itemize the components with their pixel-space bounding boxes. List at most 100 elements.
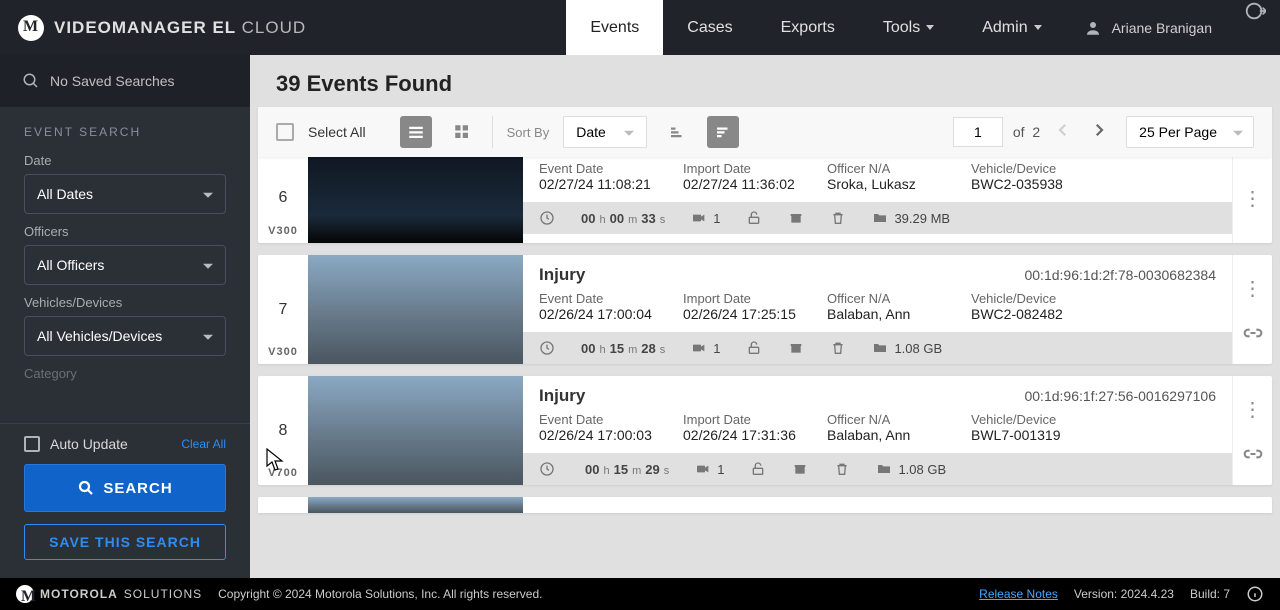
sort-asc-button[interactable] [661, 116, 693, 148]
info-icon[interactable] [1246, 585, 1264, 603]
video-count: 1 [713, 211, 720, 226]
import-date-value: 02/26/24 17:25:15 [683, 306, 803, 322]
nav-cases[interactable]: Cases [663, 0, 756, 55]
per-page-select[interactable]: 25 Per Page [1126, 116, 1254, 148]
next-page-button[interactable] [1086, 117, 1112, 148]
event-title: Injury [539, 265, 585, 285]
officers-label: Officers [24, 224, 226, 239]
list-view-button[interactable] [400, 116, 432, 148]
officers-select[interactable]: All Officers [24, 245, 226, 285]
more-menu-button[interactable]: ⋮ [1243, 397, 1263, 422]
sidebar-heading: EVENT SEARCH [0, 107, 250, 149]
nav-events[interactable]: Events [566, 0, 663, 55]
user-name: Ariane Branigan [1112, 20, 1212, 36]
video-icon [691, 210, 707, 226]
content: 39 Events Found Select All Sort By Date [250, 55, 1280, 578]
archive-icon[interactable] [788, 340, 804, 356]
date-label: Date [24, 153, 226, 168]
unlock-icon[interactable] [746, 340, 762, 356]
event-card[interactable]: 8 V700 Injury 00:1d:96:1f:27:56-00162971… [258, 376, 1272, 485]
grid-view-button[interactable] [446, 116, 478, 148]
import-date-label: Import Date [683, 412, 803, 427]
grid-icon [453, 123, 471, 141]
officer-label: Officer N/A [827, 161, 947, 176]
save-search-button[interactable]: SAVE THIS SEARCH [24, 524, 226, 560]
nav-admin[interactable]: Admin [958, 0, 1065, 55]
event-card[interactable]: 7 V300 Injury 00:1d:96:1d:2f:78-00306823… [258, 255, 1272, 364]
archive-icon[interactable] [792, 461, 808, 477]
motorola-logo-icon [16, 585, 34, 603]
officer-value: Balaban, Ann [827, 306, 947, 322]
event-index: 7 [279, 301, 288, 319]
results-heading: 39 Events Found [250, 55, 1280, 107]
per-page-value: 25 Per Page [1139, 124, 1217, 140]
event-date-label: Event Date [539, 412, 659, 427]
user-icon [1084, 19, 1102, 37]
page-input[interactable] [953, 117, 1003, 147]
more-menu-button[interactable]: ⋮ [1243, 186, 1263, 211]
import-date-value: 02/26/24 17:31:36 [683, 427, 803, 443]
unlock-icon[interactable] [750, 461, 766, 477]
trash-icon[interactable] [830, 210, 846, 226]
folder-icon [872, 340, 888, 356]
archive-icon[interactable] [788, 210, 804, 226]
trash-icon[interactable] [834, 461, 850, 477]
sort-by-value: Date [576, 124, 606, 140]
device-model-badge: V700 [261, 467, 305, 479]
nav-admin-label: Admin [982, 19, 1027, 37]
select-all-checkbox[interactable] [276, 123, 294, 141]
event-card[interactable]: 6 V300 Event Date02/27/24 11:08:21 Impor… [258, 157, 1272, 243]
trash-icon[interactable] [830, 340, 846, 356]
search-button-label: SEARCH [103, 480, 172, 497]
event-card[interactable] [258, 497, 1272, 513]
sort-by-select[interactable]: Date [563, 116, 647, 148]
chevron-down-icon [926, 25, 934, 30]
officer-value: Balaban, Ann [827, 427, 947, 443]
event-index: 8 [279, 422, 288, 440]
list-icon [407, 123, 425, 141]
clock-icon [539, 461, 555, 477]
date-select[interactable]: All Dates [24, 174, 226, 214]
device-label: Vehicle/Device [971, 291, 1091, 306]
saved-searches[interactable]: No Saved Searches [0, 55, 250, 107]
auto-update-checkbox[interactable] [24, 436, 40, 452]
event-list[interactable]: 6 V300 Event Date02/27/24 11:08:21 Impor… [250, 157, 1280, 578]
link-icon[interactable] [1243, 444, 1263, 464]
event-date-label: Event Date [539, 161, 659, 176]
event-date-value: 02/27/24 11:08:21 [539, 176, 659, 192]
vehicles-select[interactable]: All Vehicles/Devices [24, 316, 226, 356]
nav-tools-label: Tools [883, 19, 920, 37]
clear-all-link[interactable]: Clear All [181, 437, 226, 451]
event-title: Injury [539, 386, 585, 406]
event-thumbnail[interactable] [308, 376, 523, 485]
chevron-down-icon [1034, 25, 1042, 30]
nav-tools[interactable]: Tools [859, 0, 958, 55]
event-date-value: 02/26/24 17:00:04 [539, 306, 659, 322]
footer-build: Build: 7 [1190, 587, 1230, 601]
folder-icon [872, 210, 888, 226]
event-index: 6 [279, 189, 288, 207]
event-mac: 00:1d:96:1f:27:56-0016297106 [1024, 388, 1216, 404]
import-date-label: Import Date [683, 161, 803, 176]
search-icon [77, 479, 95, 497]
release-notes-link[interactable]: Release Notes [979, 587, 1058, 601]
device-value: BWC2-035938 [971, 176, 1091, 192]
sort-desc-icon [714, 123, 732, 141]
logout-icon[interactable] [1244, 0, 1266, 22]
video-icon [695, 461, 711, 477]
page-of-label: of [1013, 124, 1025, 140]
more-menu-button[interactable]: ⋮ [1243, 276, 1263, 301]
footer-brand: MOTOROLA SOLUTIONS [16, 585, 202, 603]
search-button[interactable]: SEARCH [24, 464, 226, 512]
event-thumbnail[interactable] [308, 255, 523, 364]
officer-value: Sroka, Lukasz [827, 176, 947, 192]
file-size: 1.08 GB [894, 341, 942, 356]
link-icon[interactable] [1243, 323, 1263, 343]
event-thumbnail[interactable] [308, 157, 523, 243]
sort-desc-button[interactable] [707, 116, 739, 148]
user-menu[interactable]: Ariane Branigan [1066, 0, 1230, 55]
officer-label: Officer N/A [827, 291, 947, 306]
search-icon [22, 72, 40, 90]
unlock-icon[interactable] [746, 210, 762, 226]
nav-exports[interactable]: Exports [757, 0, 859, 55]
